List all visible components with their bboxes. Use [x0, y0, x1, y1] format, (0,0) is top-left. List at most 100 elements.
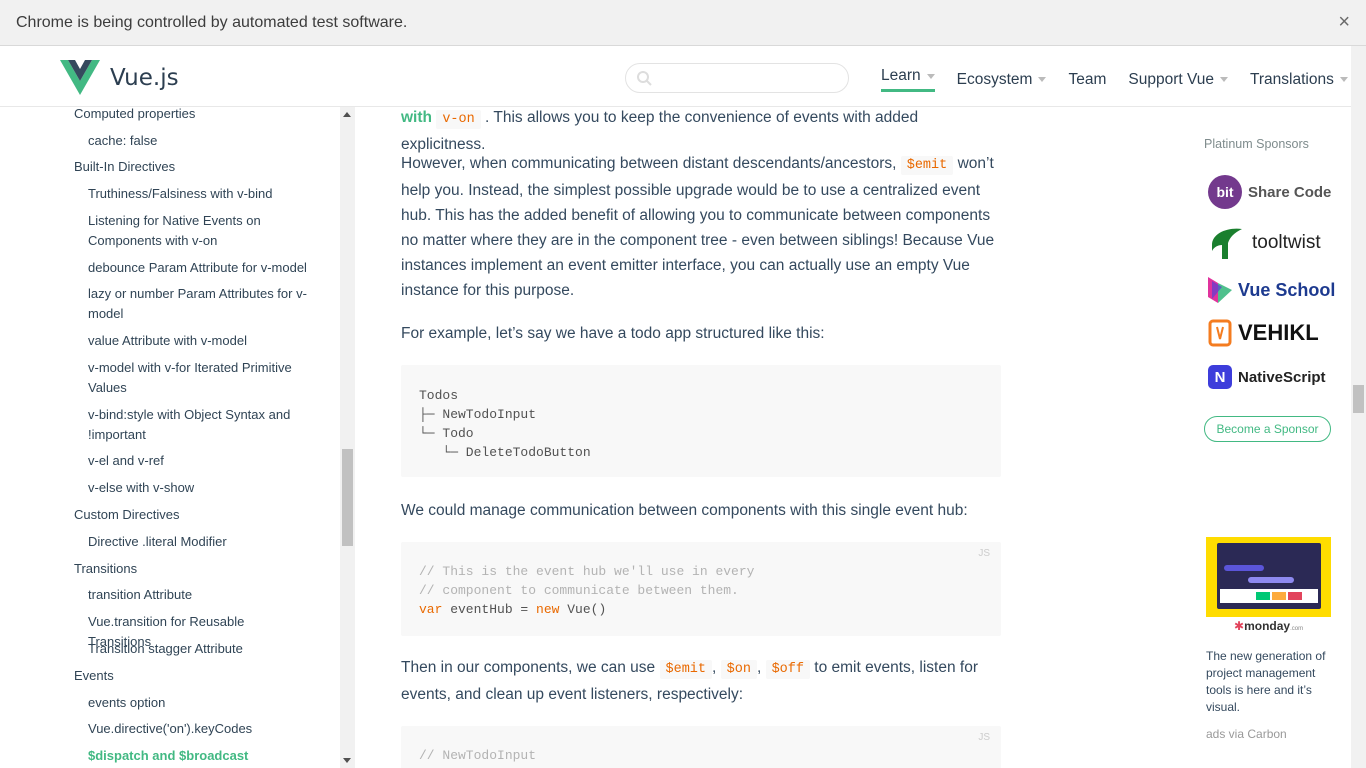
code-text: Vue()	[559, 602, 607, 617]
nav-translations[interactable]: Translations	[1250, 67, 1348, 92]
code-block-eventhub: JS // This is the event hub we'll use in…	[401, 542, 1001, 636]
paragraph-text: However, when communicating between dist…	[401, 155, 897, 172]
code-block-newtodoinput: JS // NewTodoInput	[401, 726, 1001, 768]
sponsor-vehikl[interactable]: VEHIKL	[1208, 319, 1319, 347]
sponsor-name: Share Code	[1248, 183, 1332, 201]
inline-code: $off	[765, 660, 810, 679]
sidebar-item[interactable]: Computed properties	[74, 107, 195, 124]
sidebar-item[interactable]: Directive .literal Modifier	[88, 532, 310, 552]
sidebar-item[interactable]: v-model with v-for Iterated Primitive Va…	[88, 358, 310, 398]
tooltwist-logo-icon	[1212, 228, 1242, 259]
separator: ,	[712, 659, 717, 676]
nav-support-vue[interactable]: Support Vue	[1128, 67, 1228, 92]
nav-label: Support Vue	[1128, 70, 1214, 88]
ad-via-link[interactable]: ads via Carbon	[1206, 727, 1287, 741]
separator: ,	[756, 659, 762, 676]
sponsor-nativescript[interactable]: N NativeScript	[1208, 365, 1326, 389]
sponsor-name: NativeScript	[1238, 368, 1326, 386]
ad-brand-suffix: .com	[1290, 626, 1304, 632]
chevron-down-icon	[926, 73, 935, 79]
ad-bar	[1224, 565, 1264, 571]
chevron-down-icon	[1038, 77, 1047, 82]
sidebar-item[interactable]: Events	[74, 666, 114, 686]
sidebar-item[interactable]: Vue.directive('on').keyCodes	[88, 719, 310, 739]
code-block-tree: Todos ├─ NewTodoInput └─ Todo └─ DeleteT…	[401, 365, 1001, 477]
automation-infobar: Chrome is being controlled by automated …	[0, 0, 1366, 46]
home-link[interactable]: Vue.js	[60, 60, 179, 95]
code-comment: // NewTodoInput	[419, 748, 537, 763]
nav-learn[interactable]: Learn	[881, 67, 935, 92]
ad-cell	[1272, 592, 1286, 600]
ad-text[interactable]: The new generation of project management…	[1206, 648, 1334, 716]
carbon-ad-image[interactable]	[1206, 537, 1331, 617]
sidebar-item[interactable]: value Attribute with v-model	[88, 331, 310, 351]
nav-ecosystem[interactable]: Ecosystem	[957, 67, 1047, 92]
brand-name: Vue.js	[110, 64, 179, 91]
sidebar-item[interactable]: Listening for Native Events on Component…	[88, 211, 310, 251]
scroll-down-icon[interactable]	[343, 758, 351, 763]
sidebar-item[interactable]: Transition stagger Attribute	[88, 639, 310, 659]
sponsor-vueschool[interactable]: Vue School	[1208, 277, 1335, 303]
sponsor-bit[interactable]: bit Share Code	[1208, 175, 1331, 209]
nav-label: Team	[1068, 70, 1107, 88]
paragraph: with v-on . This allows you to keep the …	[401, 105, 1001, 157]
sidebar-item[interactable]: transition Attribute	[88, 585, 310, 605]
search-input[interactable]	[658, 68, 838, 88]
paragraph-text: Then in our components, we can use	[401, 659, 656, 676]
sidebar-item[interactable]: lazy or number Param Attributes for v-mo…	[88, 284, 310, 324]
paragraph: However, when communicating between dist…	[401, 151, 1001, 303]
search-box[interactable]	[625, 63, 849, 93]
code-lang-label: JS	[978, 732, 990, 743]
become-sponsor-button[interactable]: Become a Sponsor	[1204, 416, 1331, 442]
inline-code: $emit	[659, 660, 713, 679]
ad-bar	[1248, 577, 1294, 583]
search-icon	[637, 71, 652, 86]
code-lang-label: JS	[978, 548, 990, 559]
scroll-up-icon[interactable]	[343, 112, 351, 117]
code-line: ├─ NewTodoInput	[419, 407, 537, 422]
vehikl-logo-icon	[1208, 319, 1232, 347]
paragraph: For example, let’s say we have a todo ap…	[401, 325, 825, 342]
sidebar-scroll-thumb[interactable]	[342, 449, 353, 546]
sidebar-item[interactable]: v-el and v-ref	[88, 451, 310, 471]
sidebar-scrollbar[interactable]	[340, 107, 355, 768]
page-scrollbar[interactable]	[1351, 46, 1366, 768]
ad-cell	[1288, 592, 1302, 600]
sponsor-name: Vue School	[1238, 279, 1336, 300]
close-icon[interactable]: ×	[1338, 11, 1350, 34]
paragraph: Then in our components, we can use $emit…	[401, 655, 1001, 707]
sponsors-title: Platinum Sponsors	[1204, 137, 1309, 151]
chevron-down-icon	[1339, 77, 1348, 82]
sidebar-item[interactable]: debounce Param Attribute for v-model	[88, 258, 310, 278]
sidebar-item[interactable]: Custom Directives	[74, 505, 179, 525]
nav-team[interactable]: Team	[1068, 67, 1106, 92]
code-line: Todos	[419, 388, 459, 403]
code-line: └─ DeleteTodoButton	[419, 445, 591, 460]
sidebar-item[interactable]: v-bind:style with Object Syntax and !imp…	[88, 405, 310, 445]
sidebar-item-active[interactable]: $dispatch and $broadcast	[88, 746, 310, 766]
sidebar: Computed properties cache: false Built-I…	[0, 107, 340, 768]
code-comment: // This is the event hub we'll use in ev…	[419, 564, 755, 579]
doc-link[interactable]: with	[401, 109, 432, 126]
sidebar-item[interactable]: events option	[88, 693, 310, 713]
nav-label: Learn	[881, 67, 921, 84]
sponsor-name: tooltwist	[1252, 232, 1321, 253]
sidebar-item[interactable]: Built-In Directives	[74, 157, 175, 177]
vue-logo-icon	[60, 60, 100, 95]
sidebar-item[interactable]: v-else with v-show	[88, 478, 310, 498]
monday-logo[interactable]: ✱monday.com	[1234, 619, 1303, 633]
sponsor-name: VEHIKL	[1238, 320, 1319, 345]
monday-logo-icon: ✱	[1234, 619, 1245, 633]
inline-code: $on	[720, 660, 757, 679]
vueschool-logo-icon	[1208, 277, 1232, 303]
code-line: var eventHub = new Vue()	[419, 600, 606, 619]
page-scroll-thumb[interactable]	[1353, 385, 1364, 413]
sidebar-item[interactable]: Transitions	[74, 559, 137, 579]
sidebar-item[interactable]: Truthiness/Falsiness with v-bind	[88, 184, 310, 204]
inline-code: v-on	[436, 110, 481, 129]
bit-logo-icon: bit	[1208, 175, 1242, 209]
sponsor-tooltwist[interactable]: tooltwist	[1208, 225, 1321, 261]
site-header: Vue.js Learn Ecosystem Team Support Vue …	[0, 46, 1366, 107]
code-text: eventHub =	[442, 602, 537, 617]
sidebar-item[interactable]: cache: false	[88, 131, 310, 151]
